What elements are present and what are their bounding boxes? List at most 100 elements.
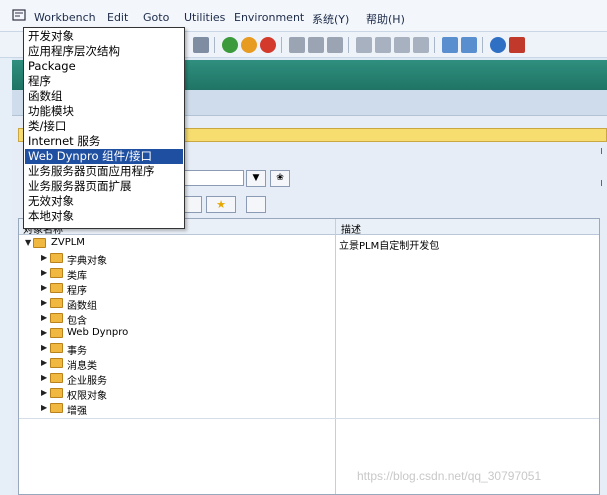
menu-item-dev-objects[interactable]: 开发对象 <box>25 29 183 44</box>
display-button[interactable]: ❀ <box>270 170 290 187</box>
tree-node-label: 类库 <box>67 271 87 282</box>
menu-item-function-module[interactable]: 功能模块 <box>25 104 183 119</box>
new-session-icon[interactable] <box>442 37 458 53</box>
folder-icon <box>50 313 63 323</box>
save-icon[interactable] <box>193 37 209 53</box>
menu-goto[interactable]: Goto <box>143 11 169 24</box>
collapse-arrow-icon[interactable]: ▶ <box>41 253 47 262</box>
menu-workbench[interactable]: Workbench <box>34 11 96 24</box>
column-header-description[interactable]: 描述 <box>341 221 361 236</box>
tree-row[interactable]: ▶ Web Dynpro <box>19 326 599 341</box>
workbench-menu: 开发对象 应用程序层次结构 Package 程序 函数组 功能模块 类/接口 I… <box>23 27 185 229</box>
tree-node-label: 消息类 <box>67 361 97 372</box>
collapse-arrow-icon[interactable]: ▶ <box>41 373 47 382</box>
required-marker <box>598 148 602 154</box>
refresh-button[interactable] <box>246 196 266 213</box>
folder-icon <box>50 388 63 398</box>
tree-node-label: 程序 <box>67 286 87 297</box>
collapse-arrow-icon[interactable]: ▶ <box>41 388 47 397</box>
print-icon[interactable] <box>289 37 305 53</box>
tree-row[interactable]: ▶ 消息类 <box>19 356 599 372</box>
tree-node-label: 函数组 <box>67 301 97 312</box>
folder-icon <box>50 268 63 278</box>
tree-row[interactable]: ▶ 程序 <box>19 281 599 297</box>
tree-node-label: Web Dynpro <box>67 327 129 338</box>
row-separator <box>19 418 599 419</box>
next-page-icon[interactable] <box>394 37 410 53</box>
tree-node-label: ZVPLM <box>51 237 85 248</box>
toolbar-separator <box>281 37 282 53</box>
dropdown-button[interactable]: ▼ <box>246 170 266 187</box>
tree-row[interactable]: ▶ 类库 <box>19 266 599 282</box>
menu-item-class-interface[interactable]: 类/接口 <box>25 119 183 134</box>
first-page-icon[interactable] <box>356 37 372 53</box>
tree-node-label: 权限对象 <box>67 391 107 402</box>
tree-row[interactable]: ▶ 企业服务 <box>19 371 599 387</box>
expand-arrow-icon[interactable]: ▼ <box>25 238 31 247</box>
collapse-arrow-icon[interactable]: ▶ <box>41 328 47 337</box>
find-next-icon[interactable] <box>327 37 343 53</box>
folder-icon <box>33 238 46 248</box>
favorites-button[interactable]: ★ <box>206 196 236 213</box>
shortcut-icon[interactable] <box>461 37 477 53</box>
tree-row[interactable]: ▶ 包含 <box>19 311 599 327</box>
folder-icon <box>50 298 63 308</box>
watermark-text: https://blog.csdn.net/qq_30797051 <box>357 469 542 483</box>
menu-item-bsp-extension[interactable]: 业务服务器页面扩展 <box>25 179 183 194</box>
chevron-down-icon: ▼ <box>252 173 260 183</box>
folder-icon <box>50 343 63 353</box>
menu-item-local-objects[interactable]: 本地对象 <box>25 209 183 224</box>
menu-item-package[interactable]: Package <box>25 59 183 74</box>
tree-node-label: 字典对象 <box>67 256 107 267</box>
back-icon[interactable] <box>222 37 238 53</box>
menu-item-web-dynpro[interactable]: Web Dynpro 组件/接口 <box>25 149 183 164</box>
tree-node-label: 包含 <box>67 316 87 327</box>
collapse-arrow-icon[interactable]: ▶ <box>41 343 47 352</box>
collapse-arrow-icon[interactable]: ▶ <box>41 283 47 292</box>
menu-item-inactive-objects[interactable]: 无效对象 <box>25 194 183 209</box>
menu-environment[interactable]: Environment <box>234 11 304 24</box>
glasses-icon: ❀ <box>276 173 284 183</box>
tree-row[interactable]: ▶ 权限对象 <box>19 386 599 402</box>
menu-item-function-group[interactable]: 函数组 <box>25 89 183 104</box>
toolbar-separator <box>482 37 483 53</box>
collapse-arrow-icon[interactable]: ▶ <box>41 298 47 307</box>
toolbar-separator <box>214 37 215 53</box>
collapse-arrow-icon[interactable]: ▶ <box>41 358 47 367</box>
last-page-icon[interactable] <box>413 37 429 53</box>
customize-icon[interactable] <box>509 37 525 53</box>
object-tree: 对象名称 描述 ▼ ZVPLM 立景PLM自定制开发包 ▶ 字典对象 ▶ 类库 … <box>18 218 600 495</box>
toolbar-separator <box>348 37 349 53</box>
menu-item-app-hierarchy[interactable]: 应用程序层次结构 <box>25 44 183 59</box>
collapse-arrow-icon[interactable]: ▶ <box>41 313 47 322</box>
tree-row[interactable]: ▶ 增强 <box>19 401 599 417</box>
star-icon: ★ <box>216 198 226 211</box>
menu-item-program[interactable]: 程序 <box>25 74 183 89</box>
workbench-app-icon[interactable] <box>12 9 26 21</box>
collapse-arrow-icon[interactable]: ▶ <box>41 403 47 412</box>
tree-row[interactable]: ▶ 事务 <box>19 341 599 357</box>
object-name-input[interactable] <box>180 170 244 186</box>
menu-edit[interactable]: Edit <box>107 11 128 24</box>
tree-node-label: 企业服务 <box>67 376 107 387</box>
cancel-icon[interactable] <box>260 37 276 53</box>
collapse-arrow-icon[interactable]: ▶ <box>41 268 47 277</box>
menu-help[interactable]: 帮助(H) <box>366 11 405 27</box>
find-icon[interactable] <box>308 37 324 53</box>
menu-item-bsp-application[interactable]: 业务服务器页面应用程序 <box>25 164 183 179</box>
menu-utilities[interactable]: Utilities <box>184 11 225 24</box>
folder-icon <box>50 358 63 368</box>
required-marker <box>598 180 602 186</box>
tree-row-root[interactable]: ▼ ZVPLM 立景PLM自定制开发包 <box>19 236 599 252</box>
menu-system[interactable]: 系统(Y) <box>312 11 349 27</box>
prev-page-icon[interactable] <box>375 37 391 53</box>
exit-icon[interactable] <box>241 37 257 53</box>
hierarchy-button[interactable] <box>182 196 202 213</box>
help-icon[interactable] <box>490 37 506 53</box>
tree-row[interactable]: ▶ 字典对象 <box>19 251 599 267</box>
tree-row[interactable]: ▶ 函数组 <box>19 296 599 312</box>
menu-item-internet-service[interactable]: Internet 服务 <box>25 134 183 149</box>
tree-node-label: 事务 <box>67 346 87 357</box>
folder-icon <box>50 373 63 383</box>
toolbar-separator <box>434 37 435 53</box>
